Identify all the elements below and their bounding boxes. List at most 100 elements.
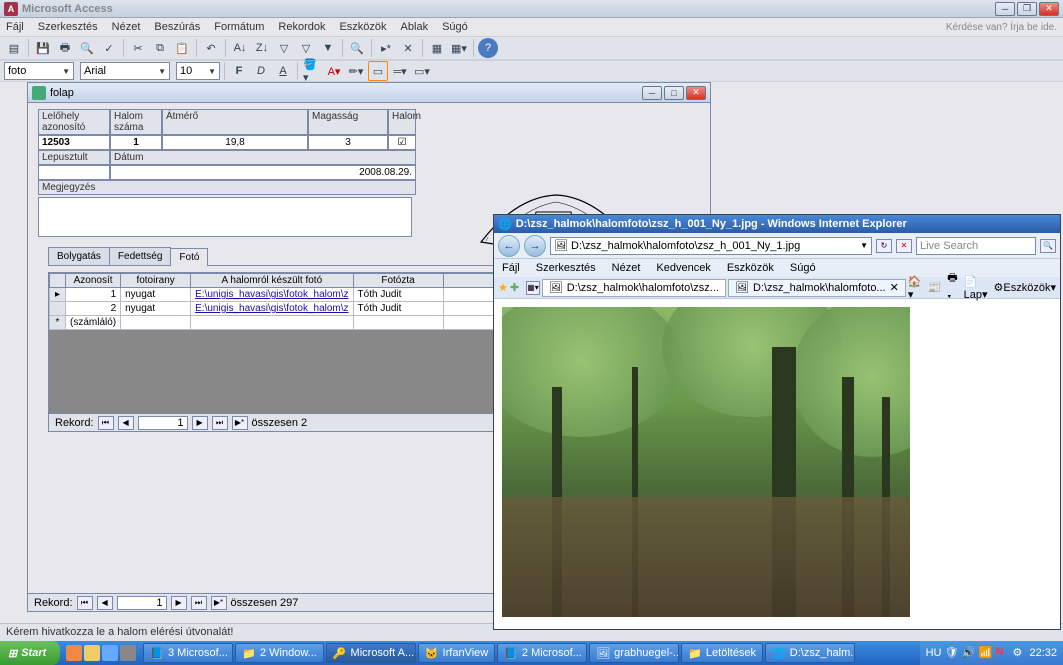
sort-asc-button[interactable]: A↓ [230, 38, 250, 58]
tray-icon[interactable]: ⚙ [1012, 646, 1026, 660]
filter-by-form-button[interactable]: ▽ [296, 38, 316, 58]
col-fotoirany[interactable]: fotoirany [121, 274, 191, 288]
start-button[interactable]: ⊞ Start [0, 641, 60, 665]
task-item[interactable]: 🖼grabhuegel-... [589, 643, 679, 663]
border-button[interactable]: ▭ [368, 61, 388, 81]
form-titlebar[interactable]: folap ─ □ ✕ [28, 83, 710, 103]
nav-last-button[interactable]: ⏭ [212, 416, 228, 430]
font-selector[interactable]: Arial▼ [80, 62, 170, 80]
ie-viewport[interactable] [494, 299, 1060, 629]
apply-filter-button[interactable]: ▼ [318, 38, 338, 58]
checkbox-halom[interactable]: ☑ [388, 135, 416, 150]
copy-button[interactable]: ⧉ [150, 38, 170, 58]
ql-explorer-icon[interactable] [84, 645, 100, 661]
tab-fedettseg[interactable]: Fedettség [109, 247, 171, 265]
bold-button[interactable]: F [229, 61, 249, 81]
ql-ie-icon[interactable] [102, 645, 118, 661]
ie-menu-edit[interactable]: Szerkesztés [536, 262, 596, 274]
fill-color-button[interactable]: 🪣▾ [302, 61, 322, 81]
form-close-button[interactable]: ✕ [686, 86, 706, 100]
nav-prev-button[interactable]: ◀ [118, 416, 134, 430]
col-foto[interactable]: A halomról készült fotó [191, 274, 353, 288]
database-window-button[interactable]: ▦ [427, 38, 447, 58]
tray-icon[interactable]: 🔊 [961, 646, 975, 660]
ie-search-button[interactable]: 🔍 [1040, 239, 1056, 253]
input-halomszama[interactable]: 1 [110, 135, 162, 150]
line-width-button[interactable]: ═▾ [390, 61, 410, 81]
line-color-button[interactable]: ✏▾ [346, 61, 366, 81]
col-fotozta[interactable]: Fotózta [353, 274, 443, 288]
nav-position-input[interactable]: 1 [138, 416, 188, 430]
input-lelohelyid[interactable]: 12503 [38, 135, 110, 150]
ie-address-bar[interactable]: 🖼 D:\zsz_halmok\halomfoto\zsz_h_001_Ny_1… [550, 237, 872, 255]
system-tray[interactable]: HU 🛡 🔊 📶 N ⚙ 22:32 [920, 641, 1063, 665]
close-button[interactable]: ✕ [1039, 2, 1059, 16]
clock[interactable]: 22:32 [1029, 647, 1057, 659]
tab-foto[interactable]: Fotó [170, 248, 208, 266]
favorites-icon[interactable]: ★ [498, 281, 508, 294]
ie-search-input[interactable]: Live Search [916, 237, 1036, 255]
cut-button[interactable]: ✂ [128, 38, 148, 58]
ie-stop-button[interactable]: ✕ [896, 239, 912, 253]
ie-menu-help[interactable]: Súgó [790, 262, 816, 274]
menu-records[interactable]: Rekordok [278, 21, 325, 33]
filter-by-selection-button[interactable]: ▽ [274, 38, 294, 58]
menu-insert[interactable]: Beszúrás [154, 21, 200, 33]
nav-new-button[interactable]: ▶* [232, 416, 248, 430]
form-nav-first-button[interactable]: ⏮ [77, 596, 93, 610]
task-item[interactable]: 📁Letöltések [681, 643, 763, 663]
new-object-button[interactable]: ▦▾ [449, 38, 469, 58]
lang-indicator[interactable]: HU [926, 647, 942, 659]
tray-icon[interactable]: 🛡 [944, 646, 958, 660]
tab-close-icon[interactable]: ✕ [890, 281, 899, 294]
underline-button[interactable]: A [273, 61, 293, 81]
ql-firefox-icon[interactable] [66, 645, 82, 661]
menu-edit[interactable]: Szerkesztés [38, 21, 98, 33]
form-maximize-button[interactable]: □ [664, 86, 684, 100]
save-button[interactable]: 💾 [33, 38, 53, 58]
find-button[interactable]: 🔍 [347, 38, 367, 58]
task-item[interactable]: 📘3 Microsof... [143, 643, 233, 663]
input-datum[interactable]: 2008.08.29. [110, 165, 416, 180]
ie-menu-view[interactable]: Nézet [612, 262, 641, 274]
input-megjegyzes[interactable] [38, 197, 412, 237]
task-item[interactable]: 🔑Microsoft A... [326, 643, 416, 663]
ie-menu-file[interactable]: Fájl [502, 262, 520, 274]
task-item[interactable]: 🌐D:\zsz_halm... [765, 643, 855, 663]
form-nav-new-button[interactable]: ▶* [211, 596, 227, 610]
input-lepusztult[interactable] [38, 165, 110, 180]
ql-desktop-icon[interactable] [120, 645, 136, 661]
print-icon[interactable]: 🖶▾ [947, 269, 957, 307]
form-nav-prev-button[interactable]: ◀ [97, 596, 113, 610]
input-magassag[interactable]: 3 [308, 135, 388, 150]
special-effect-button[interactable]: ▭▾ [412, 61, 432, 81]
form-minimize-button[interactable]: ─ [642, 86, 662, 100]
feeds-icon[interactable]: 📰 [928, 281, 942, 294]
nav-first-button[interactable]: ⏮ [98, 416, 114, 430]
add-favorite-icon[interactable]: ✚ [510, 281, 519, 294]
sort-desc-button[interactable]: Z↓ [252, 38, 272, 58]
menu-help[interactable]: Súgó [442, 21, 468, 33]
col-azonosito[interactable]: Azonosít [66, 274, 121, 288]
tools-menu[interactable]: ⚙Eszközök▾ [994, 281, 1056, 294]
new-record-button[interactable]: ▸* [376, 38, 396, 58]
restore-button[interactable]: ❐ [1017, 2, 1037, 16]
menu-file[interactable]: Fájl [6, 21, 24, 33]
ie-tab-2[interactable]: 🖼D:\zsz_halmok\halomfoto...✕ [728, 279, 906, 297]
form-nav-position-input[interactable]: 1 [117, 596, 167, 610]
italic-button[interactable]: D [251, 61, 271, 81]
help-button[interactable]: ? [478, 38, 498, 58]
row-selector-header[interactable] [50, 274, 66, 288]
ie-refresh-button[interactable]: ↻ [876, 239, 892, 253]
undo-button[interactable]: ↶ [201, 38, 221, 58]
print-preview-button[interactable]: 🔍 [77, 38, 97, 58]
ie-menu-tools[interactable]: Eszközök [727, 262, 774, 274]
task-item[interactable]: 🐱IrfanView [418, 643, 495, 663]
minimize-button[interactable]: ─ [995, 2, 1015, 16]
home-icon[interactable]: 🏠▾ [908, 275, 922, 301]
ie-tab-1[interactable]: 🖼D:\zsz_halmok\halomfoto\zsz... [542, 279, 726, 297]
print-button[interactable]: 🖶 [55, 38, 75, 58]
menu-format[interactable]: Formátum [214, 21, 264, 33]
delete-record-button[interactable]: ✕ [398, 38, 418, 58]
help-prompt[interactable]: Kérdése van? Írja be ide. [946, 22, 1057, 33]
